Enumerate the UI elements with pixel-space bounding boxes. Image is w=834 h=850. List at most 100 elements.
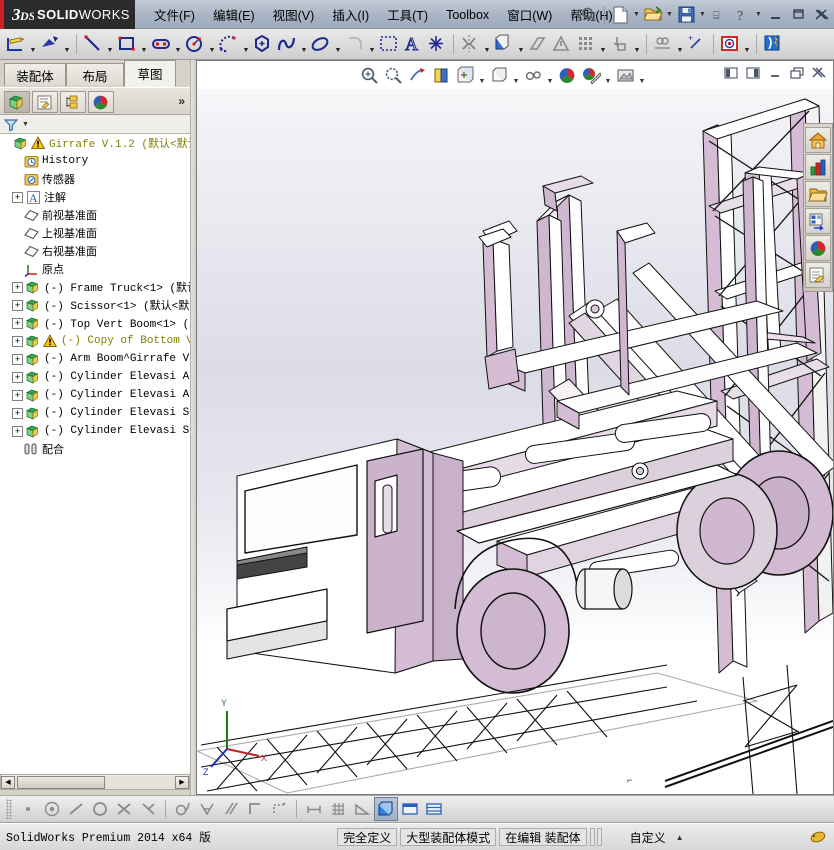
feature-tree-item[interactable]: +A注解	[0, 188, 190, 206]
open-folder-icon[interactable]	[642, 4, 664, 26]
previous-view-icon[interactable]	[405, 62, 429, 88]
rectangle-dropdown-arrow[interactable]: ▼	[139, 29, 149, 60]
expand-toggle-icon[interactable]: +	[12, 408, 23, 419]
quick-snaps-icon[interactable]	[608, 32, 632, 57]
expand-toggle-icon[interactable]: +	[12, 372, 23, 383]
intersection-relation-icon[interactable]	[112, 797, 136, 821]
line-icon[interactable]	[81, 32, 105, 57]
feature-tree-item[interactable]: +(-) Cylinder Elevasi Scis:	[0, 404, 190, 422]
trim-icon[interactable]	[377, 32, 401, 57]
rectangle-icon[interactable]	[115, 32, 139, 57]
feature-tree-item[interactable]: +(-) Top Vert Boom<1> (默认	[0, 314, 190, 332]
section-view-icon[interactable]	[429, 62, 453, 88]
feature-tree-filter[interactable]: ▼	[0, 115, 190, 134]
apply-scene-icon[interactable]	[579, 62, 603, 88]
scroll-left-button[interactable]: ◀	[1, 776, 15, 789]
expand-toggle-icon[interactable]: +	[12, 426, 23, 437]
apply-scene-dropdown-arrow[interactable]: ▼	[603, 60, 613, 92]
tangent-relation-icon[interactable]	[171, 797, 195, 821]
rapid-sketch-icon[interactable]	[651, 32, 675, 57]
tab-layout[interactable]: 布局	[66, 63, 124, 86]
view-palette-icon[interactable]	[805, 208, 831, 234]
restore-right-icon[interactable]	[743, 63, 763, 83]
graphics-viewport[interactable]: Y X Z ⌐	[196, 60, 834, 795]
zoom-to-fit-icon[interactable]	[357, 62, 381, 88]
tab-assembly[interactable]: 装配体	[4, 63, 66, 86]
feature-tree-item[interactable]: 前视基准面	[0, 206, 190, 224]
minimize-button[interactable]	[764, 5, 786, 25]
expand-toggle-icon[interactable]: +	[12, 390, 23, 401]
sketch-picture-dropdown-arrow[interactable]: ▼	[742, 29, 752, 60]
mirror-icon[interactable]	[458, 32, 482, 57]
minimize-icon[interactable]	[765, 63, 785, 83]
property-manager-tab[interactable]	[32, 91, 58, 113]
quicksnaps-dropdown-arrow[interactable]: ▼	[632, 29, 642, 60]
save-icon[interactable]	[675, 4, 697, 26]
view-orientation-icon[interactable]	[453, 62, 477, 88]
feature-tree[interactable]: Girrafe V.1.2 (默认<默认_History传感器+A注解前视基准面…	[0, 134, 190, 774]
feature-tree-item[interactable]: 上视基准面	[0, 224, 190, 242]
parallel-relation-icon[interactable]	[219, 797, 243, 821]
file-explorer-icon[interactable]	[805, 181, 831, 207]
spline-icon[interactable]	[275, 32, 299, 57]
feature-tree-item[interactable]: +(-) Frame Truck<1> (默认<	[0, 278, 190, 296]
extrude-icon[interactable]	[492, 32, 516, 57]
grid-icon[interactable]	[326, 797, 350, 821]
expand-toggle-icon[interactable]: +	[12, 354, 23, 365]
menu-file[interactable]: 文件(F)	[145, 2, 204, 27]
save-dropdown-arrow[interactable]: ▼	[698, 4, 707, 26]
new-document-icon[interactable]	[609, 4, 631, 26]
configuration-manager-tab[interactable]	[60, 91, 86, 113]
tab-sketch[interactable]: 草图	[124, 60, 176, 87]
arc-icon[interactable]	[217, 32, 241, 57]
scroll-right-button[interactable]: ▶	[175, 776, 189, 789]
feature-tree-item[interactable]: 原点	[0, 260, 190, 278]
display-delete-relations-icon[interactable]	[550, 32, 574, 57]
feature-tree-item[interactable]: 配合	[0, 440, 190, 458]
point-icon[interactable]	[425, 32, 449, 57]
featuremanager-design-tree-tab[interactable]	[4, 91, 30, 113]
view-orientation-dropdown-arrow[interactable]: ▼	[477, 60, 487, 92]
feature-tree-item[interactable]: History	[0, 152, 190, 170]
sketch-dropdown-arrow[interactable]: ▼	[28, 29, 38, 60]
expand-toggle-icon[interactable]: +	[12, 336, 23, 347]
polygon-icon[interactable]	[251, 32, 275, 57]
design-library-icon[interactable]	[805, 154, 831, 180]
expand-toggle-icon[interactable]: +	[12, 192, 23, 203]
search-icon[interactable]	[578, 4, 600, 26]
menu-window[interactable]: 窗口(W)	[498, 2, 561, 27]
close-icon[interactable]	[809, 63, 829, 83]
circle-dropdown-arrow[interactable]: ▼	[207, 29, 217, 60]
expand-toggle-icon[interactable]: +	[12, 282, 23, 293]
text-icon[interactable]: A	[401, 32, 425, 57]
circle-icon[interactable]	[183, 32, 207, 57]
table-view-icon[interactable]	[422, 797, 446, 821]
repair-sketch-icon[interactable]	[574, 32, 598, 57]
angle-display-icon[interactable]	[350, 797, 374, 821]
sketch-pencil-icon[interactable]	[4, 32, 28, 57]
tag-icon[interactable]	[810, 830, 826, 844]
view-settings-icon[interactable]	[613, 62, 637, 88]
featuremanager-more-button[interactable]: »	[178, 94, 185, 108]
sketch-picture-icon[interactable]	[718, 32, 742, 57]
collinear-relation-icon[interactable]	[64, 797, 88, 821]
custom-properties-icon[interactable]	[805, 262, 831, 288]
view-settings-dropdown-arrow[interactable]: ▼	[637, 60, 647, 92]
angle-relation-icon[interactable]	[136, 797, 160, 821]
point-relation-icon[interactable]	[16, 797, 40, 821]
smart-dimension-icon[interactable]	[38, 32, 62, 57]
feature-tree-item[interactable]: +(-) Cylinder Elevasi Scis:	[0, 422, 190, 440]
perpendicular-relation-icon[interactable]	[195, 797, 219, 821]
hide-show-items-icon[interactable]	[521, 62, 545, 88]
feature-tree-item[interactable]: +(-) Cylinder Elevasi Arm ]	[0, 368, 190, 386]
feature-tree-item[interactable]: Girrafe V.1.2 (默认<默认_	[0, 134, 190, 152]
toolbar-grip[interactable]	[6, 799, 12, 819]
filter-dropdown-arrow[interactable]: ▼	[22, 121, 29, 128]
ellipse-dropdown-arrow[interactable]: ▼	[333, 29, 343, 60]
feature-tree-item[interactable]: +(-) Copy of Bottom Ver	[0, 332, 190, 350]
print-icon[interactable]: ⌸	[708, 4, 730, 26]
feature-tree-item[interactable]: +(-) Scissor<1> (默认<默认_	[0, 296, 190, 314]
solidworks-resources-icon[interactable]	[805, 127, 831, 153]
feature-tree-item[interactable]: +(-) Cylinder Elevasi Arm ]	[0, 386, 190, 404]
construction-geometry-icon[interactable]	[267, 797, 291, 821]
